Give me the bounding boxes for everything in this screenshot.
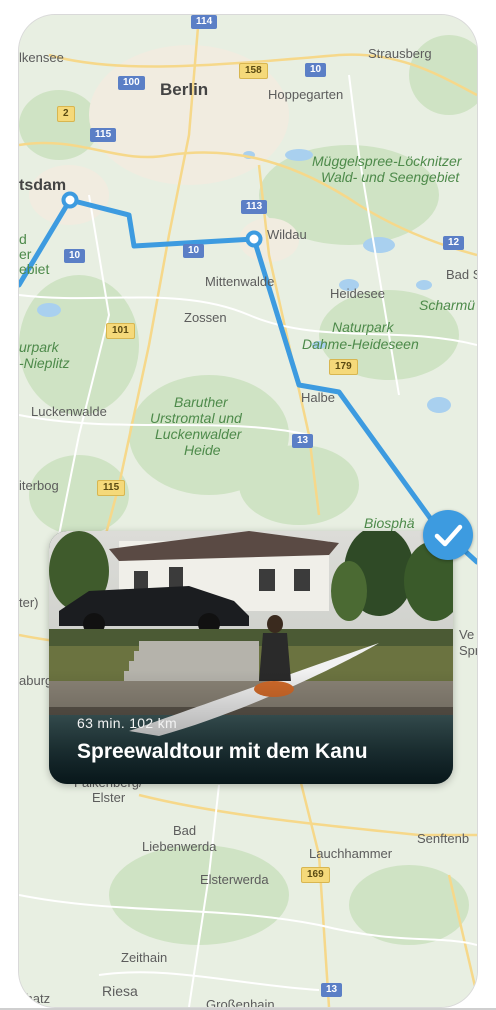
- place-label: Bad: [173, 823, 197, 838]
- place-label: Zossen: [184, 310, 227, 325]
- place-label: Müggelspree-Löcknitzer: [312, 153, 462, 169]
- checkmark-icon: [434, 524, 463, 547]
- place-label: Zeithain: [121, 950, 168, 965]
- place-label: Luckenwalde: [31, 404, 107, 419]
- tour-duration-distance: 63 min. 102 km: [77, 715, 177, 731]
- place-label: tsdam: [19, 177, 67, 194]
- place-label: Großenhain: [206, 997, 275, 1007]
- place-label: Elsterwerda: [200, 872, 269, 887]
- place-label: Strausberg: [368, 46, 432, 61]
- place-label: Luckenwalder: [155, 426, 242, 442]
- tour-card[interactable]: 63 min. 102 km Spreewaldtour mit dem Kan…: [49, 531, 453, 784]
- selected-marker-button[interactable]: [423, 510, 473, 560]
- place-label: d: [19, 231, 27, 247]
- road-shield: 2: [57, 106, 75, 122]
- road-shield: 158: [239, 63, 268, 79]
- place-label: chatz: [19, 991, 51, 1006]
- place-label: Urstromtal und: [150, 410, 242, 426]
- place-label: aburg: [19, 673, 53, 688]
- map-screen[interactable]: Berlin lkensee Strausberg Hoppegarten Mü…: [19, 15, 477, 1007]
- route-waypoint[interactable]: [61, 191, 79, 209]
- road-shield: 115: [97, 480, 126, 496]
- road-shield: 115: [90, 128, 117, 142]
- place-label: Ve: [459, 627, 475, 642]
- place-label: Scharmü: [419, 297, 476, 313]
- road-shield: 101: [106, 323, 135, 339]
- road-shield: 169: [301, 867, 330, 883]
- tour-title: Spreewaldtour mit dem Kanu: [77, 740, 368, 763]
- place-label: Spr: [459, 643, 477, 658]
- place-label: Lauchhammer: [309, 846, 393, 861]
- place-label: Wald- und Seengebiet: [321, 169, 460, 185]
- place-label: -Nieplitz: [19, 355, 70, 371]
- place-label: Senftenb: [417, 831, 470, 846]
- place-label: Dahme-Heideseen: [302, 336, 419, 352]
- road-shield: 10: [183, 244, 205, 258]
- place-label: iterbog: [19, 478, 59, 493]
- place-label: Elster: [92, 790, 126, 805]
- place-label-berlin: Berlin: [160, 80, 209, 99]
- place-label: ter): [19, 595, 39, 610]
- road-shield: 10: [64, 249, 86, 263]
- place-label: Heide: [184, 442, 221, 458]
- place-label: Naturpark: [332, 319, 394, 335]
- place-label: Bad S: [446, 267, 477, 282]
- place-label: er: [19, 246, 32, 262]
- place-label: Heidesee: [330, 286, 385, 301]
- road-shield: 179: [329, 359, 358, 375]
- road-shield: 114: [191, 15, 218, 29]
- place-label: Baruther: [174, 394, 228, 410]
- road-shield: 13: [292, 434, 314, 448]
- place-label: ebiet: [19, 261, 50, 277]
- road-shield: 100: [118, 76, 145, 90]
- road-shield: 113: [241, 200, 268, 214]
- place-label: Hoppegarten: [268, 87, 344, 102]
- place-label: lkensee: [19, 50, 64, 65]
- place-label: Wildau: [267, 227, 307, 242]
- road-shield: 13: [321, 983, 343, 997]
- place-label: Liebenwerda: [142, 839, 217, 854]
- place-label: Biosphä: [364, 515, 415, 531]
- road-shield: 12: [443, 236, 465, 250]
- road-shield: 10: [305, 63, 327, 77]
- place-label: Mittenwalde: [205, 274, 275, 289]
- place-label: Riesa: [102, 983, 138, 999]
- route-waypoint[interactable]: [245, 230, 263, 248]
- place-label: Halbe: [301, 390, 335, 405]
- place-label: urpark: [19, 339, 59, 355]
